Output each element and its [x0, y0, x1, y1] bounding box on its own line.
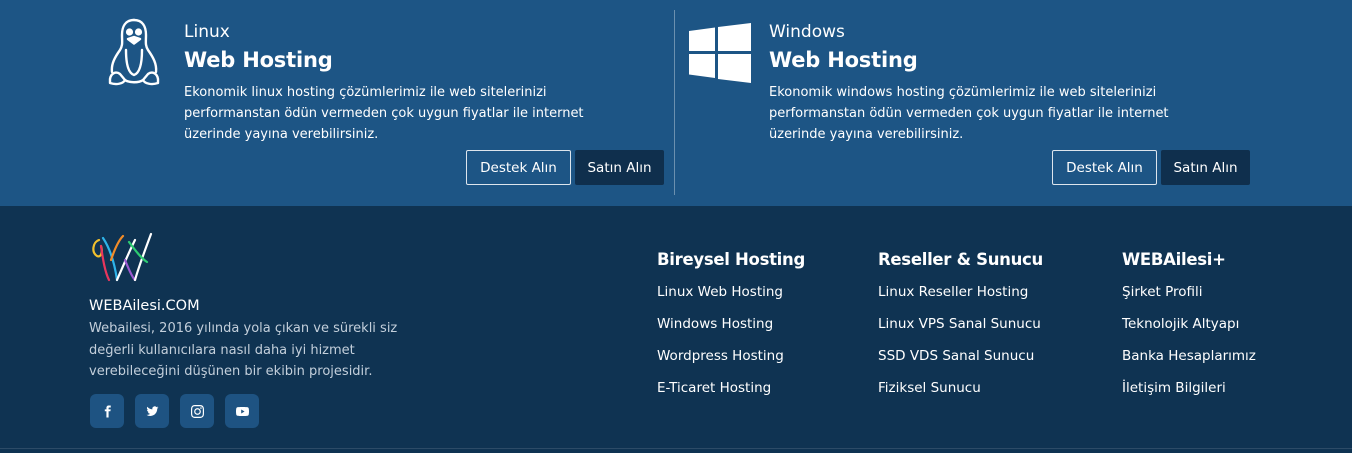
brand-description: Webailesi, 2016 yılında yola çıkan ve sü… [89, 321, 398, 379]
footer-link-linux-vps[interactable]: Linux VPS Sanal Sunucu [878, 316, 1041, 332]
twitter-button[interactable] [135, 394, 169, 428]
footer-link-wordpress-hosting[interactable]: Wordpress Hosting [657, 348, 784, 364]
windows-product-title: Web Hosting [769, 48, 918, 72]
footer-link-iletisim-bilgileri[interactable]: İletişim Bilgileri [1122, 380, 1226, 396]
footer-link-teknolojik-altyapi[interactable]: Teknolojik Altyapı [1122, 316, 1239, 332]
footer-link-eticaret-hosting[interactable]: E-Ticaret Hosting [657, 380, 771, 396]
footer-column-title: Reseller & Sunucu [878, 250, 1043, 269]
footer-column-title: Bireysel Hosting [657, 250, 805, 269]
linux-hosting-card: Linux Web Hosting Ekonomik linux hosting… [0, 0, 674, 206]
footer-link-linux-web-hosting[interactable]: Linux Web Hosting [657, 284, 783, 300]
twitter-icon [146, 405, 158, 416]
linux-product-title: Web Hosting [184, 48, 333, 72]
linux-buy-button[interactable]: Satın Alın [575, 150, 664, 185]
footer-column-webailesi: WEBAilesi+ Şirket Profili Teknolojik Alt… [1122, 250, 1256, 411]
footer-link-windows-hosting[interactable]: Windows Hosting [657, 316, 773, 332]
site-footer: WEBAilesi.COM Webailesi, 2016 yılında yo… [0, 206, 1352, 453]
brand-name: WEBAilesi.COM [89, 298, 200, 314]
youtube-button[interactable] [225, 394, 259, 428]
brand-logo[interactable] [89, 230, 153, 286]
linux-tux-icon [104, 17, 164, 93]
footer-link-sirket-profili[interactable]: Şirket Profili [1122, 284, 1203, 300]
footer-column-reseller: Reseller & Sunucu Linux Reseller Hosting… [878, 250, 1043, 411]
windows-logo-icon [689, 23, 751, 87]
footer-column-title: WEBAilesi+ [1122, 250, 1226, 269]
linux-os-label: Linux [184, 22, 230, 42]
windows-description: Ekonomik windows hosting çözümlerimiz il… [769, 85, 1169, 142]
footer-link-banka-hesaplari[interactable]: Banka Hesaplarımız [1122, 348, 1256, 364]
windows-support-button[interactable]: Destek Alın [1052, 150, 1157, 185]
footer-link-ssd-vds[interactable]: SSD VDS Sanal Sunucu [878, 348, 1034, 364]
windows-hosting-card: Windows Web Hosting Ekonomik windows hos… [675, 0, 1352, 206]
footer-bottom-divider [0, 448, 1352, 449]
facebook-button[interactable] [90, 394, 124, 428]
hosting-banner: Linux Web Hosting Ekonomik linux hosting… [0, 0, 1352, 206]
youtube-icon [235, 406, 249, 416]
linux-support-button[interactable]: Destek Alın [466, 150, 571, 185]
windows-buy-button[interactable]: Satın Alın [1161, 150, 1250, 185]
footer-link-linux-reseller[interactable]: Linux Reseller Hosting [878, 284, 1028, 300]
facebook-icon [104, 405, 111, 417]
instagram-icon [190, 404, 204, 418]
footer-link-fiziksel-sunucu[interactable]: Fiziksel Sunucu [878, 380, 981, 396]
windows-os-label: Windows [769, 22, 845, 42]
instagram-button[interactable] [180, 394, 214, 428]
footer-column-bireysel: Bireysel Hosting Linux Web Hosting Windo… [657, 250, 805, 411]
linux-description: Ekonomik linux hosting çözümlerimiz ile … [184, 85, 584, 142]
